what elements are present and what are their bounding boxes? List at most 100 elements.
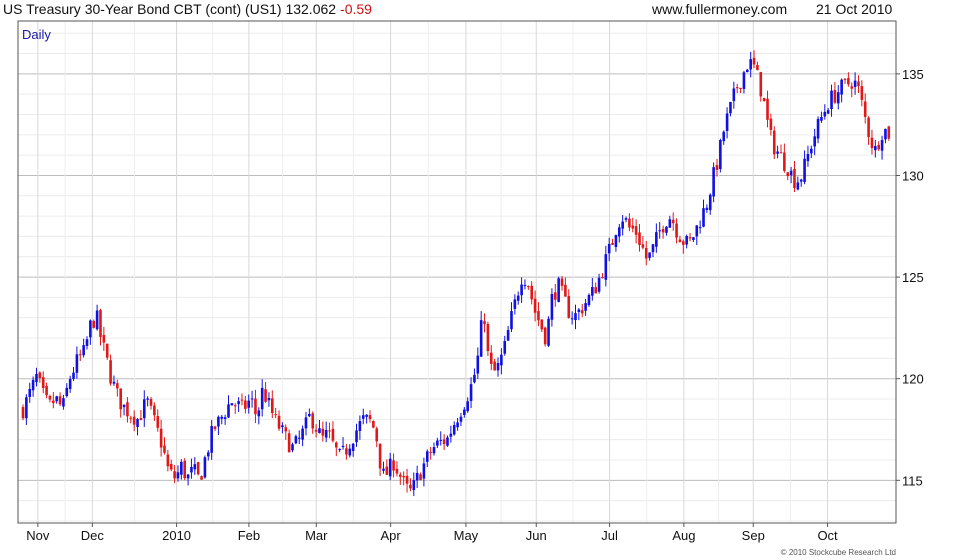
candle-up	[655, 232, 658, 247]
candle-up	[496, 363, 500, 371]
candle-down	[857, 81, 860, 87]
candle-down	[766, 98, 769, 120]
candle-up	[348, 448, 352, 456]
candle-down	[628, 218, 631, 228]
candle-up	[415, 472, 419, 481]
candle-down	[661, 228, 665, 233]
candle-up	[267, 397, 271, 401]
candle-up	[604, 254, 608, 280]
candle-up	[449, 433, 453, 437]
candle-down	[783, 152, 786, 171]
candle-down	[739, 87, 742, 89]
candle-down	[486, 323, 490, 352]
candle-up	[85, 339, 89, 346]
candle-up	[823, 111, 827, 117]
candle-up	[304, 417, 308, 429]
candle-up	[227, 404, 230, 418]
candle-up	[668, 219, 672, 228]
candle-up	[816, 118, 820, 139]
candle-up	[176, 472, 180, 479]
candle-down	[833, 90, 837, 103]
candle-down	[419, 474, 422, 481]
candle-down	[409, 484, 412, 489]
candle-up	[853, 80, 857, 87]
candle-up	[112, 381, 116, 384]
candle-down	[328, 430, 331, 432]
candle-up	[587, 294, 591, 306]
x-tick-label: Jun	[526, 528, 547, 543]
candle-down	[159, 428, 163, 448]
candle-down	[41, 377, 45, 389]
candle-up	[621, 221, 624, 229]
candle-down	[756, 65, 759, 71]
x-tick-label: Sep	[742, 528, 765, 543]
candle-up	[180, 461, 183, 475]
candle-up	[338, 448, 341, 450]
candle-down	[543, 327, 547, 345]
candle-up	[142, 399, 146, 419]
candle-up	[82, 345, 85, 356]
grid	[18, 21, 896, 523]
candle-up	[880, 140, 884, 151]
candle-down	[392, 460, 395, 471]
candle-up	[725, 113, 729, 132]
candle-down	[233, 405, 237, 407]
candle-down	[644, 247, 648, 259]
candle-up	[466, 401, 469, 412]
candle-up	[318, 428, 321, 433]
candle-up	[789, 170, 793, 176]
candle-down	[540, 319, 544, 330]
candle-up	[830, 90, 833, 109]
candle-up	[665, 226, 668, 233]
candle-up	[28, 388, 32, 397]
candle-down	[254, 398, 257, 415]
candle-up	[247, 400, 251, 408]
candle-up	[257, 410, 261, 417]
candle-up	[685, 236, 688, 245]
candle-down	[560, 278, 564, 286]
candle-down	[638, 232, 641, 246]
candle-up	[351, 443, 355, 451]
candle-down	[99, 310, 102, 337]
candle-up	[557, 278, 560, 302]
candle-up	[186, 474, 190, 479]
candle-down	[264, 389, 267, 402]
candle-down	[527, 286, 530, 288]
candle-up	[799, 179, 803, 182]
candle-up	[607, 243, 611, 254]
y-tick-label: 130	[902, 168, 924, 183]
candle-up	[722, 131, 726, 142]
candle-up	[732, 88, 736, 102]
candle-down	[641, 244, 645, 248]
candle-down	[779, 152, 783, 154]
candle-down	[166, 454, 170, 467]
candle-down	[102, 334, 106, 343]
candle-up	[806, 153, 810, 162]
candle-down	[129, 417, 133, 419]
candle-down	[611, 243, 614, 245]
candle-up	[749, 59, 752, 70]
candle-up	[324, 430, 328, 438]
candle-up	[570, 318, 574, 320]
candle-up	[547, 318, 550, 346]
interval-label: Daily	[22, 27, 51, 42]
candle-up	[523, 285, 527, 287]
candle-up	[813, 136, 816, 147]
candle-down	[156, 416, 160, 428]
candle-up	[206, 452, 210, 457]
candle-up	[503, 341, 507, 354]
candle-up	[574, 313, 577, 321]
candle-down	[688, 237, 692, 239]
candle-down	[331, 428, 335, 441]
candle-up	[210, 426, 213, 453]
x-tick-label: Apr	[380, 528, 401, 543]
candle-up	[698, 227, 702, 229]
x-tick-label: Feb	[238, 528, 260, 543]
candle-down	[375, 428, 379, 442]
candle-down	[682, 241, 685, 245]
candle-up	[297, 437, 301, 439]
candle-down	[533, 298, 537, 313]
candle-down	[270, 398, 274, 414]
candle-down	[321, 428, 325, 436]
candle-up	[422, 463, 426, 479]
